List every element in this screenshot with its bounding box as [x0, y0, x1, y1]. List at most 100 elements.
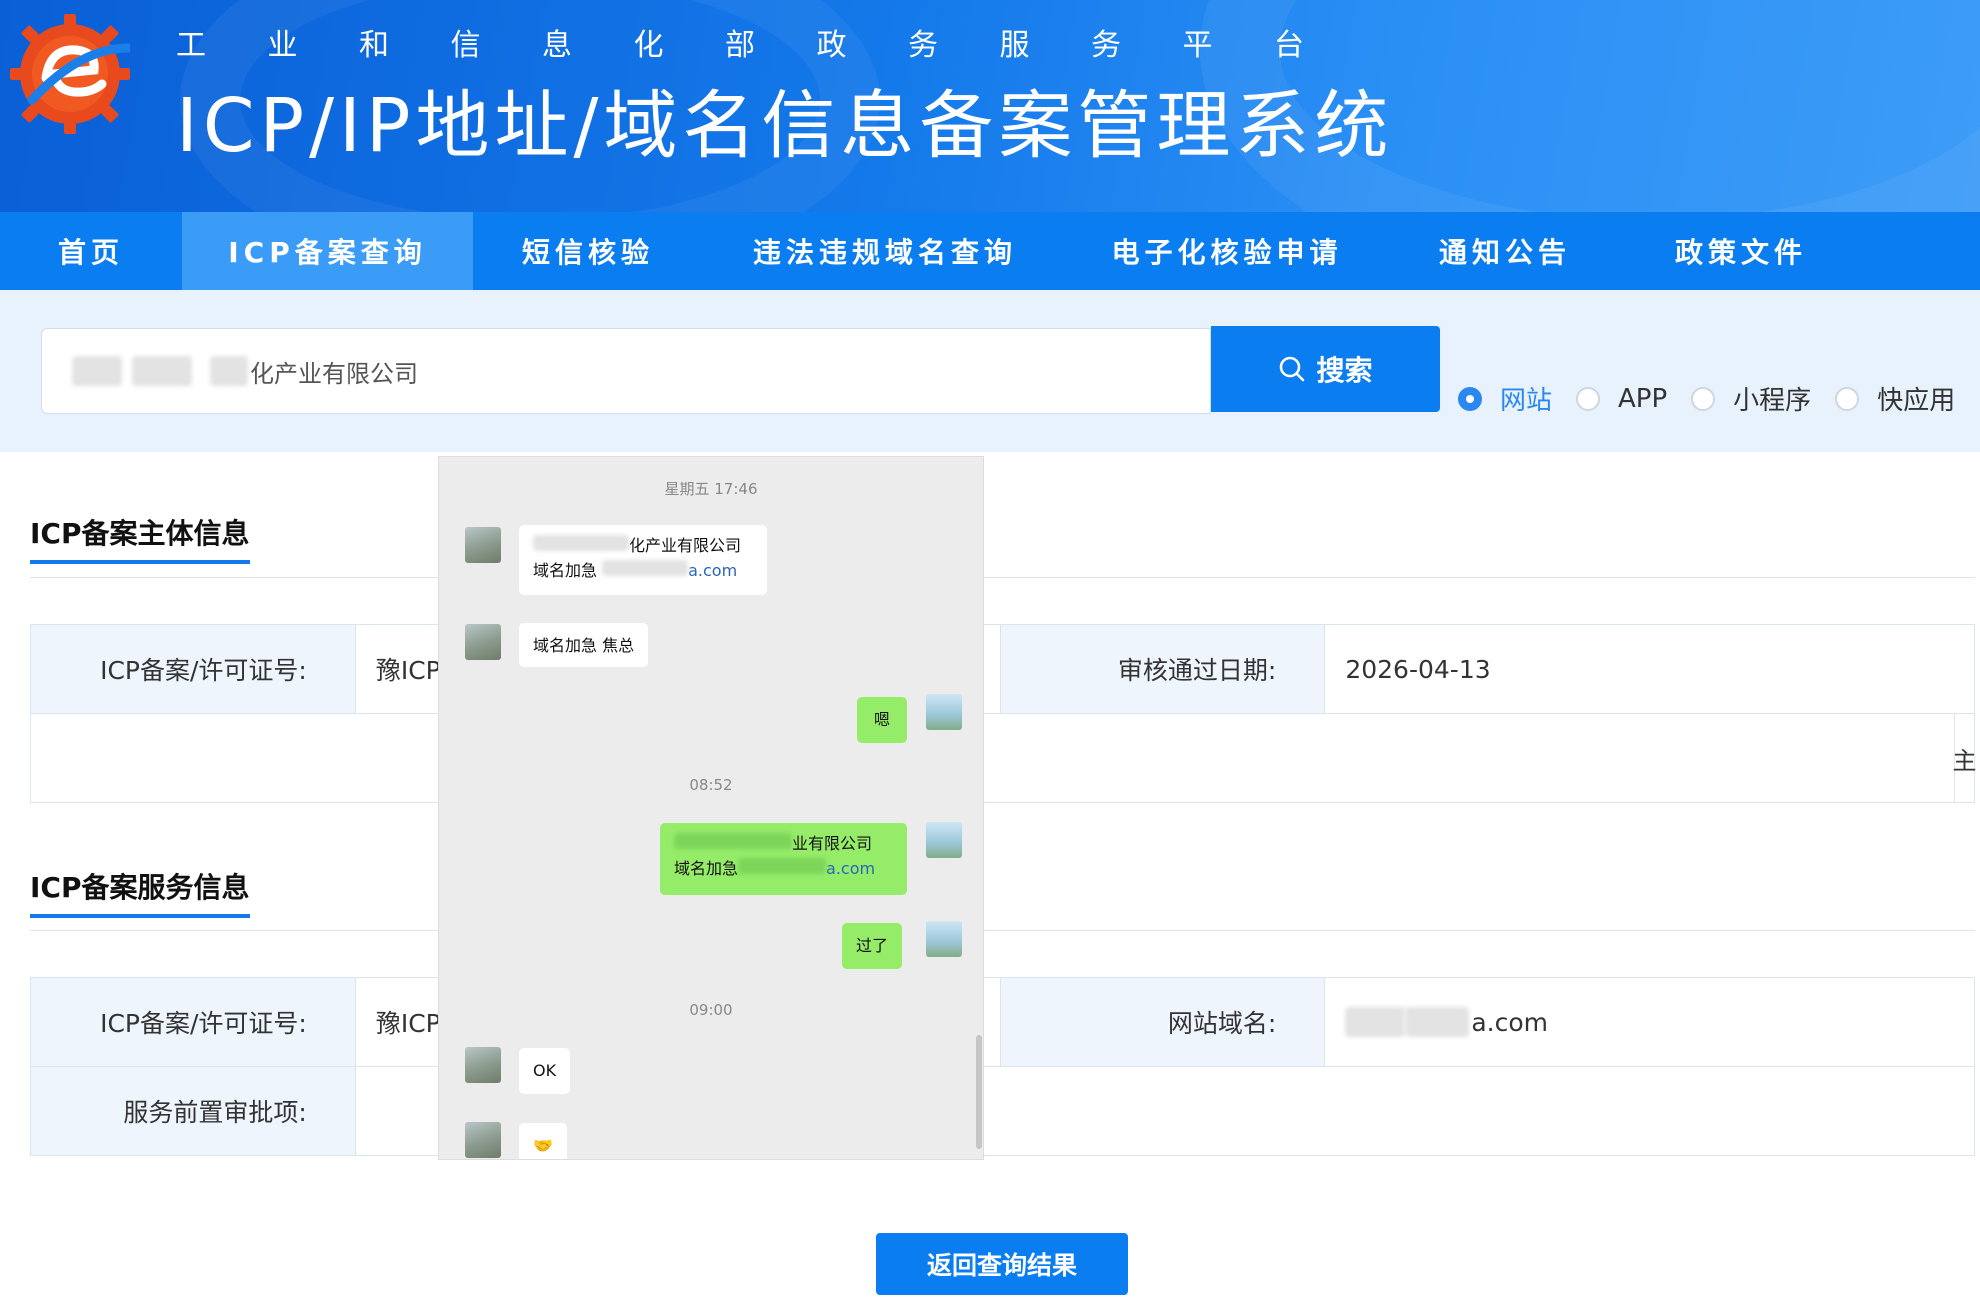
radio-dot	[1835, 386, 1860, 411]
table-label-cell: 网站域名:	[1000, 978, 1326, 1066]
nav-item-e-verify[interactable]: 电子化核验申请	[1067, 212, 1387, 290]
section-divider	[30, 930, 1975, 931]
subtitle-char: 业	[267, 28, 300, 63]
search-button-label: 搜索	[1316, 354, 1373, 387]
section-title-subject: ICP备案主体信息	[30, 517, 250, 550]
miit-logo-icon[interactable]	[10, 8, 130, 138]
search-type-radios: 网站 APP 小程序 快应用	[1458, 380, 1955, 417]
subtitle-char: 工	[176, 28, 208, 63]
site-header: 工 业 和 信 息 化 部 政 务 服 务 平 台 ICP/IP地址/域名信息备…	[0, 0, 1980, 212]
section-divider	[30, 577, 1975, 578]
subtitle-char: 平	[1182, 28, 1215, 63]
subtitle-char: 信	[450, 28, 483, 63]
radio-website[interactable]: 网站	[1458, 380, 1552, 417]
subtitle-char: 化	[633, 28, 666, 63]
redacted-text	[674, 833, 792, 849]
label-text: ICP备案/许可证号:	[100, 1009, 307, 1038]
subtitle-char: 和	[359, 28, 391, 63]
avatar	[465, 1047, 501, 1083]
redacted-text	[602, 560, 689, 576]
nav-item-sms-verify[interactable]: 短信核验	[473, 212, 703, 290]
table-row: ICP备案/许可证号: 豫ICP 网站域名: a.com	[31, 978, 1975, 1067]
subtitle-char: 服	[999, 28, 1032, 63]
redacted-text	[533, 535, 629, 551]
chat-bubble: 嗯	[857, 697, 907, 743]
value-text: a.com	[1471, 1007, 1549, 1037]
edge-text: 主	[1952, 746, 1977, 775]
radio-quick-app[interactable]: 快应用	[1835, 380, 1955, 417]
label-text: 网站域名:	[1167, 1009, 1277, 1038]
chat-bubble: 域名加急 焦总	[519, 623, 649, 667]
avatar	[465, 624, 501, 660]
table-edge-cell: 主	[1952, 714, 1977, 802]
redacted-text	[1345, 1007, 1406, 1037]
redacted-text	[72, 356, 122, 386]
chat-bubble: 🤝	[519, 1123, 567, 1159]
radio-label: 快应用	[1877, 386, 1956, 416]
label-text: ICP备案/许可证号:	[100, 656, 307, 685]
subtitle-char: 台	[1274, 28, 1306, 63]
value-text: 豫ICP	[375, 656, 441, 685]
avatar	[926, 921, 962, 957]
section-title-service: ICP备案服务信息	[30, 871, 250, 904]
main-nav: 首页 ICP备案查询 短信核验 违法违规域名查询 电子化核验申请 通知公告 政策…	[0, 212, 1980, 290]
value-text: 2026-04-13	[1345, 654, 1491, 684]
nav-item-policies[interactable]: 政策文件	[1623, 212, 1859, 290]
service-info-table: ICP备案/许可证号: 豫ICP 网站域名: a.com 服务前置审批项:	[30, 977, 1975, 1156]
section-underline	[30, 560, 250, 564]
radio-dot	[1576, 386, 1601, 411]
search-button[interactable]: 搜索	[1211, 326, 1440, 412]
radio-label: APP	[1618, 383, 1668, 414]
subtitle-char: 务	[908, 28, 940, 63]
message-link[interactable]: a.com	[688, 561, 737, 580]
section-underline	[30, 914, 250, 918]
redacted-text	[210, 356, 248, 386]
message-text: 域名加急	[533, 561, 598, 580]
avatar	[926, 694, 962, 730]
subtitle-char: 务	[1091, 28, 1123, 63]
value-text: 豫ICP	[375, 1009, 441, 1038]
table-row: 主	[31, 714, 1977, 803]
header-subtitle: 工 业 和 信 息 化 部 政 务 服 务 平 台	[176, 20, 1306, 64]
subtitle-char: 息	[542, 28, 574, 63]
redacted-text	[738, 858, 827, 874]
nav-item-icp-query[interactable]: ICP备案查询	[182, 212, 473, 290]
nav-item-notices[interactable]: 通知公告	[1387, 212, 1623, 290]
table-label-cell: ICP备案/许可证号:	[31, 978, 356, 1066]
table-label-cell: ICP备案/许可证号:	[31, 625, 356, 713]
table-empty-cell	[31, 714, 1955, 802]
chat-timestamp: 星期五 17:46	[664, 480, 758, 498]
avatar	[926, 822, 962, 858]
radio-mini-program[interactable]: 小程序	[1691, 380, 1811, 417]
chat-bubble: 过了	[842, 923, 903, 969]
chat-scrollbar[interactable]	[976, 1035, 982, 1149]
table-row: ICP备案/许可证号: 豫ICP 审核通过日期: 2026-04-13	[31, 625, 1975, 714]
table-value-cell: a.com	[1325, 978, 1975, 1066]
avatar	[465, 527, 501, 563]
radio-app[interactable]: APP	[1576, 384, 1667, 414]
subtitle-char: 政	[816, 28, 849, 63]
subtitle-char: 部	[725, 28, 757, 63]
search-input[interactable]: 化产业有限公司	[41, 328, 1211, 414]
search-input-value: 化产业有限公司	[250, 359, 418, 388]
radio-dot	[1458, 386, 1482, 411]
message-text: 化产业有限公司	[629, 536, 742, 555]
nav-item-illegal-domain[interactable]: 违法违规域名查询	[703, 212, 1067, 290]
subject-info-table: ICP备案/许可证号: 豫ICP 审核通过日期: 2026-04-13 主	[30, 624, 1977, 803]
nav-item-home[interactable]: 首页	[0, 212, 182, 290]
table-row: 服务前置审批项:	[31, 1067, 1975, 1156]
message-text: 域名加急	[674, 859, 739, 878]
message-text: 业有限公司	[792, 834, 873, 853]
chat-bubble: 化产业有限公司 域名加急 a.com	[519, 525, 767, 595]
table-label-cell: 审核通过日期:	[1000, 625, 1326, 713]
message-link[interactable]: a.com	[826, 859, 875, 878]
back-to-results-button[interactable]: 返回查询结果	[876, 1233, 1128, 1295]
radio-label: 网站	[1500, 386, 1553, 416]
label-text: 审核通过日期:	[1117, 656, 1277, 685]
search-bar: 化产业有限公司 搜索 网站 APP 小程序 快应用	[0, 290, 1980, 452]
table-value-cell: 2026-04-13	[1325, 625, 1975, 713]
radio-dot	[1691, 386, 1716, 411]
chat-bubble: OK	[519, 1048, 571, 1094]
redacted-text	[1405, 1007, 1470, 1037]
chat-screenshot-overlay: 星期五 17:46 化产业有限公司 域名加急 a.com 域名加急 焦总 嗯 0…	[438, 456, 984, 1160]
